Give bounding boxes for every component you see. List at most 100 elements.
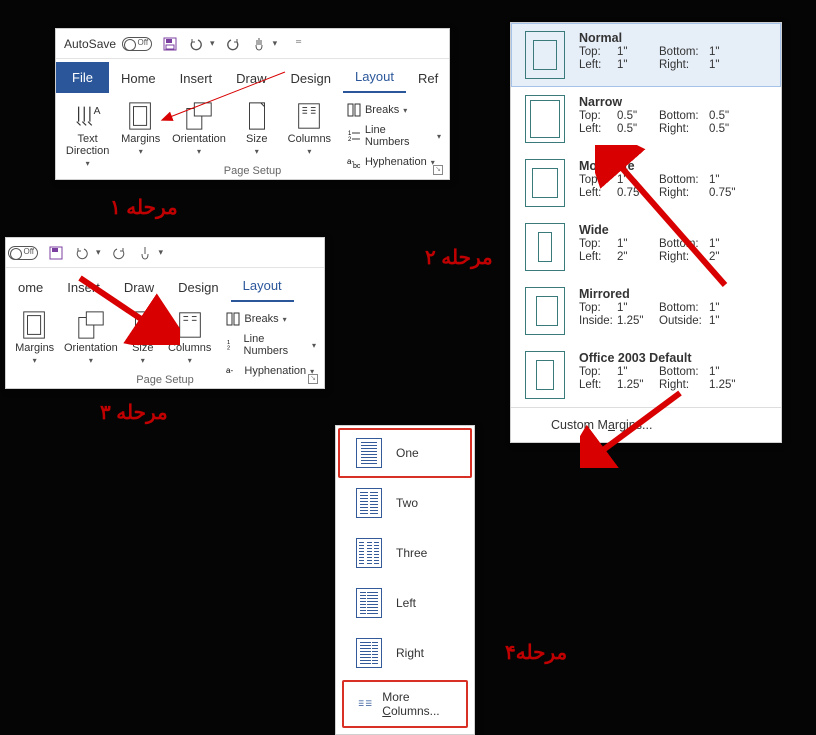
margin-thumb-icon <box>525 287 565 335</box>
tabs-bar: ome Insert Draw Design Layout <box>6 268 324 302</box>
custom-margins-label: Custom Margins... <box>551 418 652 432</box>
margin-thumb-icon <box>525 159 565 207</box>
save-icon[interactable] <box>162 36 178 52</box>
breaks-button[interactable]: Breaks ▾ <box>222 310 320 328</box>
margins-option-normal[interactable]: Normal Top:1"Bottom:1" Left:1"Right:1" <box>511 23 781 87</box>
tab-design[interactable]: Design <box>166 272 230 302</box>
ribbon-body: Margins▾ Orientation▾ Size▾ Columns▾ Bre… <box>6 302 324 388</box>
title-bar: ▾ ▾ <box>6 238 324 268</box>
margins-option-narrow[interactable]: Narrow Top:0.5"Bottom:0.5" Left:0.5"Righ… <box>511 87 781 151</box>
undo-icon[interactable] <box>74 245 90 261</box>
qat-customize-icon[interactable]: ⁼ <box>295 36 302 52</box>
chevron-down-icon: ▾ <box>33 356 37 365</box>
margins-option-moderate[interactable]: Moderate Top:1"Bottom:1" Left:0.75Right:… <box>511 151 781 215</box>
touch-mode-icon[interactable] <box>251 36 267 52</box>
toggle-off-icon[interactable] <box>122 37 152 51</box>
save-icon[interactable] <box>48 245 64 261</box>
orientation-label: Orientation <box>64 342 118 354</box>
columns-left[interactable]: Left <box>338 578 472 628</box>
dialog-launcher-icon[interactable]: ↘ <box>433 165 443 175</box>
toggle-off-icon[interactable] <box>8 246 38 260</box>
columns-one[interactable]: One <box>338 428 472 478</box>
columns-two-label: Two <box>396 496 418 510</box>
tab-layout[interactable]: Layout <box>231 270 294 302</box>
tab-references[interactable]: Ref <box>406 63 450 93</box>
breaks-label: Breaks <box>244 313 278 325</box>
svg-text:2: 2 <box>227 346 230 352</box>
chevron-down-icon: ▾ <box>307 147 311 156</box>
tab-layout[interactable]: Layout <box>343 61 406 93</box>
chevron-down-icon: ▾ <box>89 356 93 365</box>
margins-option-mirrored[interactable]: Mirrored Top:1"Bottom:1" Inside:1.25"Out… <box>511 279 781 343</box>
chevron-down-icon: ▾ <box>312 341 316 350</box>
margins-option-wide[interactable]: Wide Top:1"Bottom:1" Left:2"Right:2" <box>511 215 781 279</box>
step1-label: مرحله ۱ <box>110 195 178 220</box>
autosave-toggle[interactable]: AutoSave <box>64 37 152 51</box>
tab-design[interactable]: Design <box>279 63 343 93</box>
chevron-down-icon[interactable]: ▾ <box>210 38 215 49</box>
autosave-label: AutoSave <box>64 37 116 51</box>
margin-name: Normal <box>579 31 767 45</box>
tab-insert[interactable]: Insert <box>55 272 112 302</box>
margins-icon <box>20 310 50 340</box>
margins-option-office-2003-default[interactable]: Office 2003 Default Top:1"Bottom:1" Left… <box>511 343 781 407</box>
tabs-bar: File Home Insert Draw Design Layout Ref <box>56 59 449 93</box>
chevron-down-icon: ▾ <box>283 315 287 324</box>
columns-two[interactable]: Two <box>338 478 472 528</box>
more-columns-item[interactable]: More Columns... <box>342 680 468 728</box>
redo-icon[interactable] <box>225 36 241 52</box>
columns-right-label: Right <box>396 646 424 660</box>
right-column-icon <box>356 638 382 668</box>
breaks-label: Breaks <box>365 104 399 116</box>
size-icon <box>128 310 158 340</box>
margin-text: Wide Top:1"Bottom:1" Left:2"Right:2" <box>579 223 767 271</box>
svg-text:A: A <box>93 106 100 117</box>
margin-name: Office 2003 Default <box>579 351 767 365</box>
line-numbers-button[interactable]: 12Line Numbers ▾ <box>343 122 445 150</box>
more-columns-icon <box>358 698 372 710</box>
two-column-icon <box>356 488 382 518</box>
breaks-icon <box>347 103 361 117</box>
margin-thumb-icon <box>525 223 565 271</box>
size-label: Size <box>246 133 267 145</box>
margins-dropdown: Normal Top:1"Bottom:1" Left:1"Right:1" N… <box>510 22 782 443</box>
ribbon-step1: AutoSave ▾ ▾ ⁼ File Home Insert Draw Des… <box>55 28 450 180</box>
margin-text: Normal Top:1"Bottom:1" Left:1"Right:1" <box>579 31 767 79</box>
margin-text: Narrow Top:0.5"Bottom:0.5" Left:0.5"Righ… <box>579 95 767 143</box>
tab-home[interactable]: Home <box>109 63 168 93</box>
group-label: Page Setup <box>56 165 449 177</box>
columns-label: Columns <box>168 342 211 354</box>
columns-right[interactable]: Right <box>338 628 472 678</box>
margin-name: Narrow <box>579 95 767 109</box>
tab-draw[interactable]: Draw <box>112 272 166 302</box>
three-column-icon <box>356 538 382 568</box>
touch-mode-icon[interactable] <box>137 245 153 261</box>
step3-label: مرحله ۳ <box>100 400 168 425</box>
columns-dropdown: One Two Three Left Right More Columns... <box>335 425 475 735</box>
line-numbers-icon: 12 <box>226 338 239 352</box>
tab-insert[interactable]: Insert <box>168 63 225 93</box>
tab-file[interactable]: File <box>56 62 109 93</box>
one-column-icon <box>356 438 382 468</box>
custom-margins-item[interactable]: Custom Margins... <box>511 407 781 442</box>
dialog-launcher-icon[interactable]: ↘ <box>308 374 318 384</box>
ribbon-step3: ▾ ▾ ome Insert Draw Design Layout Margin… <box>5 237 325 389</box>
margin-text: Mirrored Top:1"Bottom:1" Inside:1.25"Out… <box>579 287 767 335</box>
margin-text: Office 2003 Default Top:1"Bottom:1" Left… <box>579 351 767 399</box>
text-direction-label: Text Direction <box>66 133 109 157</box>
chevron-down-icon: ▾ <box>197 147 201 156</box>
columns-three[interactable]: Three <box>338 528 472 578</box>
chevron-down-icon[interactable]: ▾ <box>273 38 278 49</box>
chevron-down-icon[interactable]: ▾ <box>96 247 101 258</box>
undo-icon[interactable] <box>188 36 204 52</box>
tab-draw[interactable]: Draw <box>224 63 278 93</box>
chevron-down-icon: ▾ <box>141 356 145 365</box>
breaks-icon <box>226 312 240 326</box>
chevron-down-icon[interactable]: ▾ <box>159 247 164 258</box>
line-numbers-button[interactable]: 12Line Numbers ▾ <box>222 331 320 359</box>
redo-icon[interactable] <box>111 245 127 261</box>
step2-label: مرحله ۲ <box>425 245 493 270</box>
orientation-icon <box>184 101 214 131</box>
breaks-button[interactable]: Breaks ▾ <box>343 101 445 119</box>
tab-home[interactable]: ome <box>6 272 55 302</box>
